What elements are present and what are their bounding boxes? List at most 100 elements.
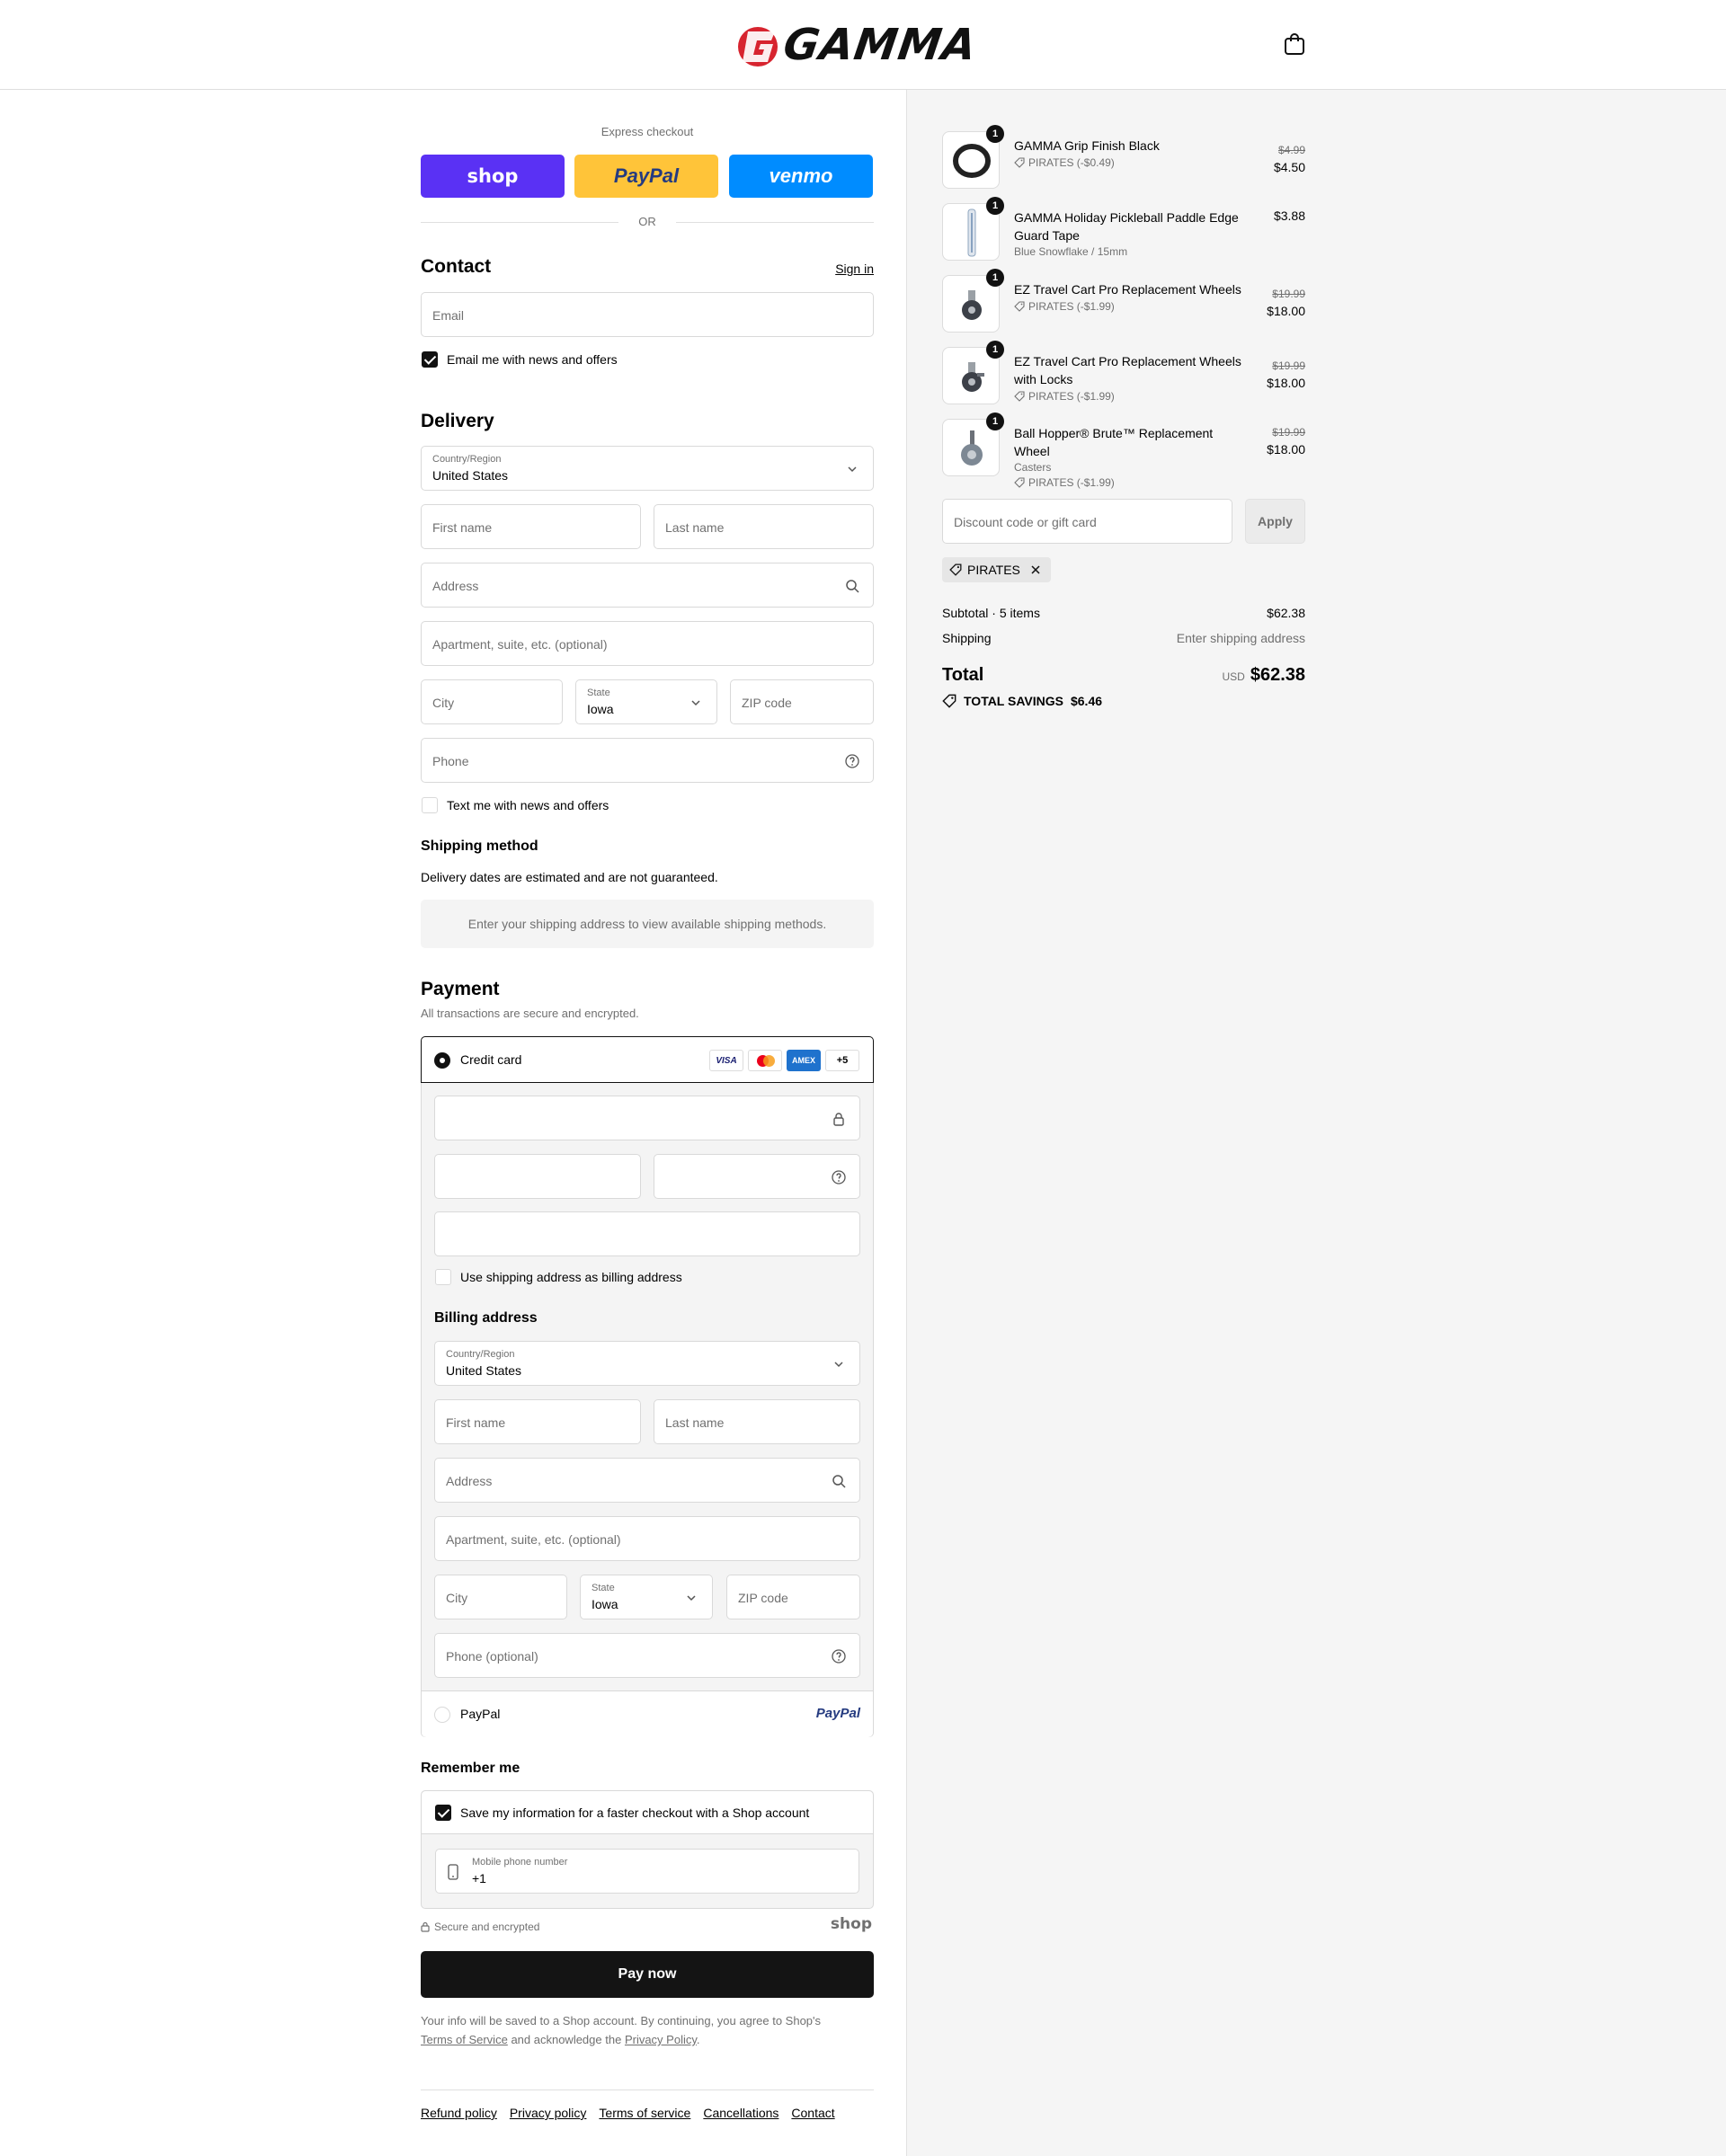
divider [421,222,618,223]
tag-icon [942,694,956,708]
help-circle-icon[interactable] [844,753,860,769]
venmo-button[interactable]: venmo [729,155,873,198]
lock-icon [421,1921,430,1932]
item-discount: PIRATES (-$0.49) [1014,155,1248,171]
shop-pay-button[interactable]: shop [421,155,565,198]
paypal-option[interactable]: PayPal PayPal [422,1690,873,1737]
billing-apartment-field[interactable]: Apartment, suite, etc. (optional) [434,1516,860,1561]
card-security-code-field[interactable] [654,1154,860,1199]
item-name: GAMMA Grip Finish Black [1014,138,1160,153]
currency-code: USD [1222,670,1245,683]
shop-privacy-link[interactable]: Privacy Policy [625,2033,697,2046]
address-field[interactable]: Address [421,563,874,608]
apartment-field[interactable]: Apartment, suite, etc. (optional) [421,621,874,666]
phone-field[interactable]: Phone [421,738,874,783]
item-price: $18.00 [1267,376,1305,390]
secure-encrypted-label: Secure and encrypted [434,1921,540,1933]
payment-methods-panel [421,1036,874,1737]
shipping-method-note: Delivery dates are estimated and are not… [421,870,718,884]
discount-text: PIRATES (-$0.49) [1028,156,1115,169]
billing-address-field[interactable]: Address [434,1458,860,1503]
item-price: $3.88 [1273,209,1305,223]
shipping-label: Shipping [942,631,992,645]
total-value-group: USD $62.38 [1169,665,1305,686]
help-circle-icon[interactable] [831,1169,847,1185]
order-item: 1 Ball Hopper® Brute™ Replacement Wheel … [942,413,1305,489]
phone-placeholder: Phone [432,754,469,768]
city-placeholder: City [432,696,455,710]
billing-state-select[interactable]: State Iowa [580,1575,713,1619]
billing-country-select[interactable]: Country/Region United States [434,1341,860,1386]
email-field[interactable]: Email [421,292,874,337]
billing-last-name-placeholder: Last name [665,1415,725,1430]
credit-card-radio[interactable] [434,1052,450,1069]
applied-discount-tag: PIRATES [942,557,1051,582]
contact-title: Contact [421,256,492,277]
quantity-badge: 1 [986,197,1004,215]
paypal-button[interactable]: PayPal [574,155,718,198]
item-price: $18.00 [1267,442,1305,457]
country-label: Country/Region [432,454,502,465]
subtotal-label: Subtotal · 5 items [942,606,1040,620]
save-info-checkbox[interactable] [435,1805,451,1821]
billing-last-name-field[interactable]: Last name [654,1399,860,1444]
visa-icon: VISA [709,1050,743,1071]
first-name-field[interactable]: First name [421,504,641,549]
shop-terms-link[interactable]: Terms of Service [421,2033,508,2046]
billing-first-name-placeholder: First name [446,1415,506,1430]
footer-links: Refund policy Privacy policy Terms of serv… [421,2106,874,2122]
cancellations-link[interactable]: Cancellations [703,2106,778,2120]
billing-city-placeholder: City [446,1591,468,1605]
discount-text: PIRATES (-$1.99) [1028,476,1115,489]
close-icon[interactable] [1029,563,1042,576]
refund-policy-link[interactable]: Refund policy [421,2106,497,2120]
search-icon [846,580,859,593]
billing-phone-field[interactable]: Phone (optional) [434,1633,860,1678]
caster-wheel-image-icon [962,290,982,320]
shopping-bag-icon[interactable] [1284,32,1305,56]
more-card-brands: +5 [825,1050,859,1071]
zip-field[interactable]: ZIP code [730,679,874,724]
help-circle-icon[interactable] [831,1648,847,1664]
sign-in-link[interactable]: Sign in [809,262,874,276]
item-discount: PIRATES (-$1.99) [1014,298,1248,315]
use-shipping-as-billing-checkbox[interactable] [435,1269,451,1285]
payment-title: Payment [421,979,500,999]
text-opt-in-checkbox[interactable] [422,797,438,813]
country-select[interactable]: Country/Region United States [421,446,874,491]
item-original-price: $19.99 [1272,288,1305,300]
last-name-field[interactable]: Last name [654,504,874,549]
billing-city-field[interactable]: City [434,1575,567,1619]
billing-first-name-field[interactable]: First name [434,1399,641,1444]
item-variant: Casters [1014,461,1052,474]
credit-card-option[interactable]: Credit card VISA AMEX +5 [421,1036,874,1083]
city-field[interactable]: City [421,679,563,724]
state-select[interactable]: State Iowa [575,679,717,724]
product-thumbnail: 1 [942,413,1004,476]
paypal-radio[interactable] [434,1707,450,1723]
billing-zip-field[interactable]: ZIP code [726,1575,860,1619]
chevron-down-icon [687,1595,696,1601]
billing-apartment-placeholder: Apartment, suite, etc. (optional) [446,1532,621,1547]
pay-now-button[interactable]: Pay now [421,1951,874,1998]
card-name-field[interactable] [434,1211,860,1256]
tag-icon [1014,477,1025,488]
privacy-policy-link[interactable]: Privacy policy [510,2106,587,2120]
tag-icon [949,563,962,576]
discount-code-field[interactable]: Discount code or gift card [942,499,1232,544]
amex-icon: AMEX [787,1050,821,1071]
terms-of-service-link[interactable]: Terms of service [599,2106,690,2120]
tag-icon [1014,391,1025,402]
contact-link[interactable]: Contact [791,2106,834,2120]
credit-card-label: Credit card [460,1052,522,1067]
express-checkout-title: Express checkout [601,125,694,138]
email-opt-in-checkbox[interactable] [422,351,438,368]
payment-subtitle: All transactions are secure and encrypte… [421,1007,639,1020]
gamma-logo[interactable]: GAMMA [735,20,980,70]
card-expiry-field[interactable] [434,1154,641,1199]
billing-country-label: Country/Region [446,1349,515,1360]
search-icon [832,1475,846,1488]
card-number-field[interactable] [434,1096,860,1140]
mobile-phone-field[interactable]: Mobile phone number +1 [435,1849,859,1894]
apply-discount-button[interactable]: Apply [1245,499,1305,544]
